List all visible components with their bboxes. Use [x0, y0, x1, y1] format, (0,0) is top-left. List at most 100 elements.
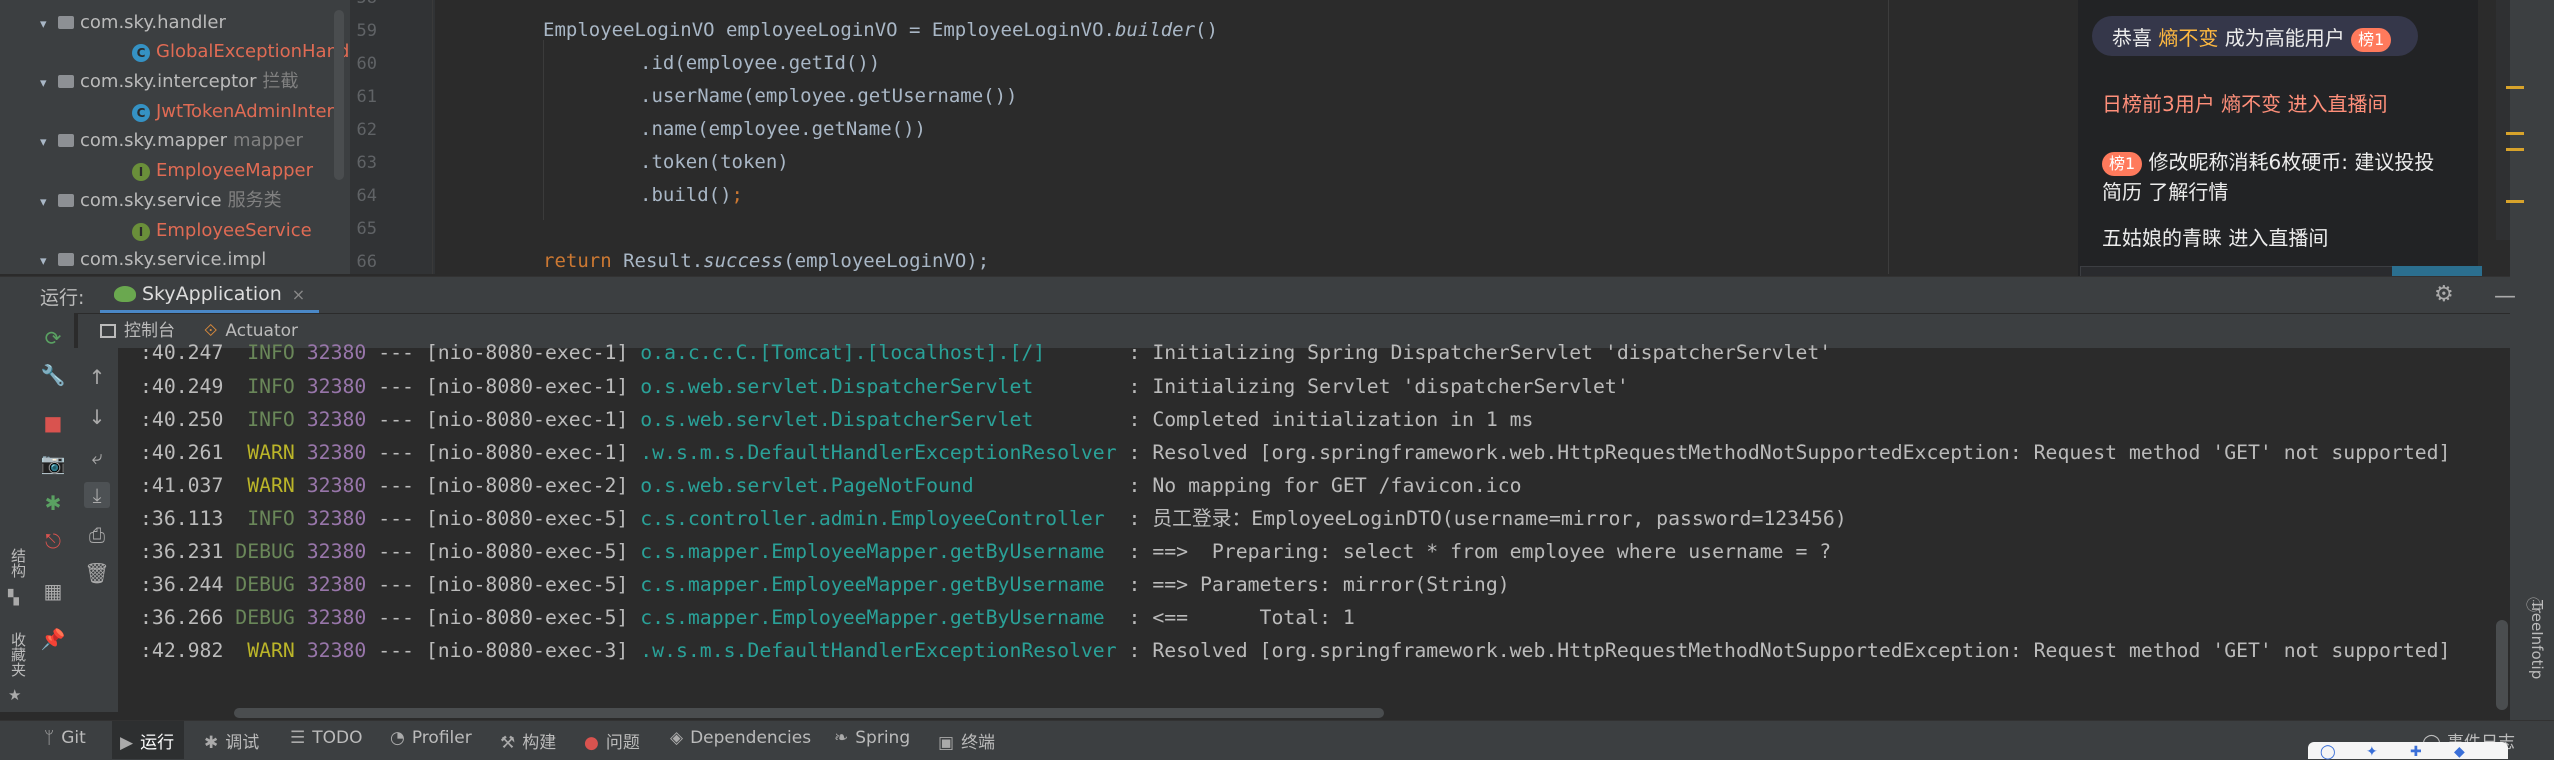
interface-icon: I: [132, 223, 150, 241]
gutter-separator: [432, 0, 433, 274]
arrow-down-icon[interactable]: ↓: [84, 404, 110, 430]
warning-marker[interactable]: [2506, 132, 2524, 135]
wrench-icon[interactable]: 🔧: [40, 362, 66, 388]
tool-spring[interactable]: ❧ Spring: [834, 728, 910, 748]
close-icon[interactable]: ×: [292, 285, 305, 304]
arrow-up-icon[interactable]: ↑: [84, 364, 110, 390]
console-hscrollbar[interactable]: [234, 708, 1384, 718]
tree-item-package[interactable]: ▾ com.sky.service 服务类: [40, 186, 282, 216]
console-vscrollbar[interactable]: [2496, 620, 2508, 710]
log-message: : Completed initialization in 1 ms: [1128, 408, 1534, 431]
log-logger: c.s.controller.admin.EmployeeController: [640, 507, 1117, 530]
log-logger: c.s.mapper.EmployeeMapper.getByUsername: [640, 573, 1117, 596]
tool-run[interactable]: ▶ 运行: [120, 728, 174, 753]
log-level: WARN: [235, 474, 295, 497]
favorites-tab[interactable]: 收藏夹: [8, 632, 29, 677]
chevron-down-icon[interactable]: ▾: [40, 188, 58, 218]
chat-text: 日榜前3用户: [2102, 92, 2222, 116]
tree-item-interface[interactable]: I EmployeeMapper: [132, 156, 313, 186]
rerun-icon[interactable]: ⟳: [40, 325, 66, 351]
minimize-icon[interactable]: —: [2494, 284, 2516, 309]
tool-profiler[interactable]: ◔ Profiler: [390, 728, 472, 748]
log-logger: .w.s.m.s.DefaultHandlerExceptionResolver: [640, 639, 1117, 662]
tool-label: 构建: [522, 733, 557, 753]
log-thread: [nio-8080-exec-1]: [425, 408, 629, 431]
log-time: :36.266: [140, 606, 224, 629]
chevron-down-icon[interactable]: ▾: [40, 69, 58, 99]
warning-marker[interactable]: [2506, 148, 2524, 151]
tray-app-icon[interactable]: ✚: [2410, 744, 2422, 760]
log-thread: [nio-8080-exec-2]: [425, 474, 629, 497]
soft-wrap-icon[interactable]: ⤶: [84, 444, 110, 470]
chat-message: 日榜前3用户 熵不变 进入直播间: [2102, 88, 2387, 117]
code-editor[interactable]: EmployeeLoginVO employeeLoginVO = Employ…: [435, 0, 2085, 274]
log-logger: c.s.mapper.EmployeeMapper.getByUsername: [640, 606, 1117, 629]
log-line: :42.982 WARN 32380 --- [nio-8080-exec-3]…: [140, 639, 2451, 662]
run-tab-skyapplication[interactable]: SkyApplication ×: [100, 278, 320, 313]
structure-tab[interactable]: 结构: [8, 548, 29, 578]
exit-icon[interactable]: ⎋: [40, 528, 66, 554]
debug-bug-icon[interactable]: ✱: [40, 490, 66, 516]
tree-item-package[interactable]: ▾ com.sky.service.impl: [40, 245, 266, 274]
treeinfotip-tab[interactable]: TreeInfotip: [2524, 600, 2546, 710]
code-line: .name(employee.getName()): [640, 118, 926, 140]
log-line: :40.249 INFO 32380 --- [nio-8080-exec-1]…: [140, 375, 1629, 398]
chevron-down-icon[interactable]: ▾: [40, 128, 58, 158]
tool-debug[interactable]: ✱ 调试: [204, 728, 259, 753]
log-pid: 32380: [306, 639, 367, 662]
log-level: DEBUG: [235, 606, 295, 629]
tree-item-class[interactable]: C JwtTokenAdminInterc: [132, 97, 343, 127]
layout-icon[interactable]: ▦: [40, 578, 66, 604]
log-logger: c.s.mapper.EmployeeMapper.getByUsername: [640, 540, 1117, 563]
tree-item-package[interactable]: ▾ com.sky.handler: [40, 8, 226, 38]
tool-terminal[interactable]: ▣ 终端: [938, 728, 995, 753]
line-number-gutter: 58 59 60 61 62 63 64 65 66: [350, 0, 435, 274]
chat-scrollbar[interactable]: [2496, 0, 2510, 240]
tray-app-icon[interactable]: ◯: [2320, 744, 2336, 760]
camera-icon[interactable]: 📷: [40, 450, 66, 476]
log-message: : Resolved [org.springframework.web.Http…: [1116, 639, 2451, 662]
stop-icon[interactable]: ■: [40, 410, 66, 436]
tray-app-icon[interactable]: ✦: [2366, 744, 2378, 760]
chat-text: 恭喜: [2112, 26, 2159, 50]
tool-problems[interactable]: ● 问题: [584, 728, 640, 753]
warning-marker[interactable]: [2506, 86, 2524, 89]
tree-item-desc: 拦截: [262, 71, 299, 92]
pin-icon[interactable]: 📌: [40, 626, 66, 652]
code-method: builder: [1114, 19, 1196, 41]
tool-build[interactable]: ⚒ 构建: [500, 728, 556, 753]
error-icon: ●: [584, 733, 599, 753]
system-tray-popup: [2308, 742, 2508, 759]
chat-message: 五姑娘的青睐 进入直播间: [2102, 226, 2329, 250]
log-thread: [nio-8080-exec-5]: [425, 540, 629, 563]
list-icon: ☰: [290, 728, 306, 748]
tree-item-package[interactable]: ▾ com.sky.interceptor 拦截: [40, 67, 299, 97]
tool-git[interactable]: ᛘ Git: [44, 728, 86, 748]
code-text: Result.: [611, 250, 704, 272]
log-pid: 32380: [306, 408, 367, 431]
log-time: :40.250: [140, 408, 224, 431]
tray-app-icon[interactable]: ◆: [2454, 744, 2465, 760]
class-icon: C: [132, 104, 150, 122]
log-thread: [nio-8080-exec-3]: [425, 639, 629, 662]
chat-nickname: 熵不变: [2158, 26, 2219, 50]
print-icon[interactable]: ⎙: [84, 522, 110, 548]
tree-item-interface[interactable]: I EmployeeService: [132, 216, 312, 246]
log-level: INFO: [235, 507, 295, 530]
log-time: :36.231: [140, 540, 224, 563]
structure-icon: ▚: [8, 590, 19, 606]
log-level: INFO: [235, 408, 295, 431]
tree-item-package[interactable]: ▾ com.sky.mapper mapper: [40, 126, 303, 156]
log-thread: [nio-8080-exec-5]: [425, 507, 629, 530]
log-time: :36.244: [140, 573, 224, 596]
warning-marker[interactable]: [2506, 200, 2524, 203]
tool-dependencies[interactable]: ◈ Dependencies: [670, 728, 811, 748]
chevron-down-icon[interactable]: ▾: [40, 10, 58, 40]
scroll-to-end-icon[interactable]: ⤓: [84, 482, 110, 508]
git-branch-icon: ᛘ: [44, 728, 55, 748]
trash-icon[interactable]: 🗑: [84, 560, 110, 586]
gear-icon[interactable]: ⚙: [2434, 282, 2454, 307]
log-time: :40.247: [140, 341, 224, 364]
chevron-down-icon[interactable]: ▾: [40, 247, 58, 274]
tool-todo[interactable]: ☰ TODO: [290, 728, 363, 748]
